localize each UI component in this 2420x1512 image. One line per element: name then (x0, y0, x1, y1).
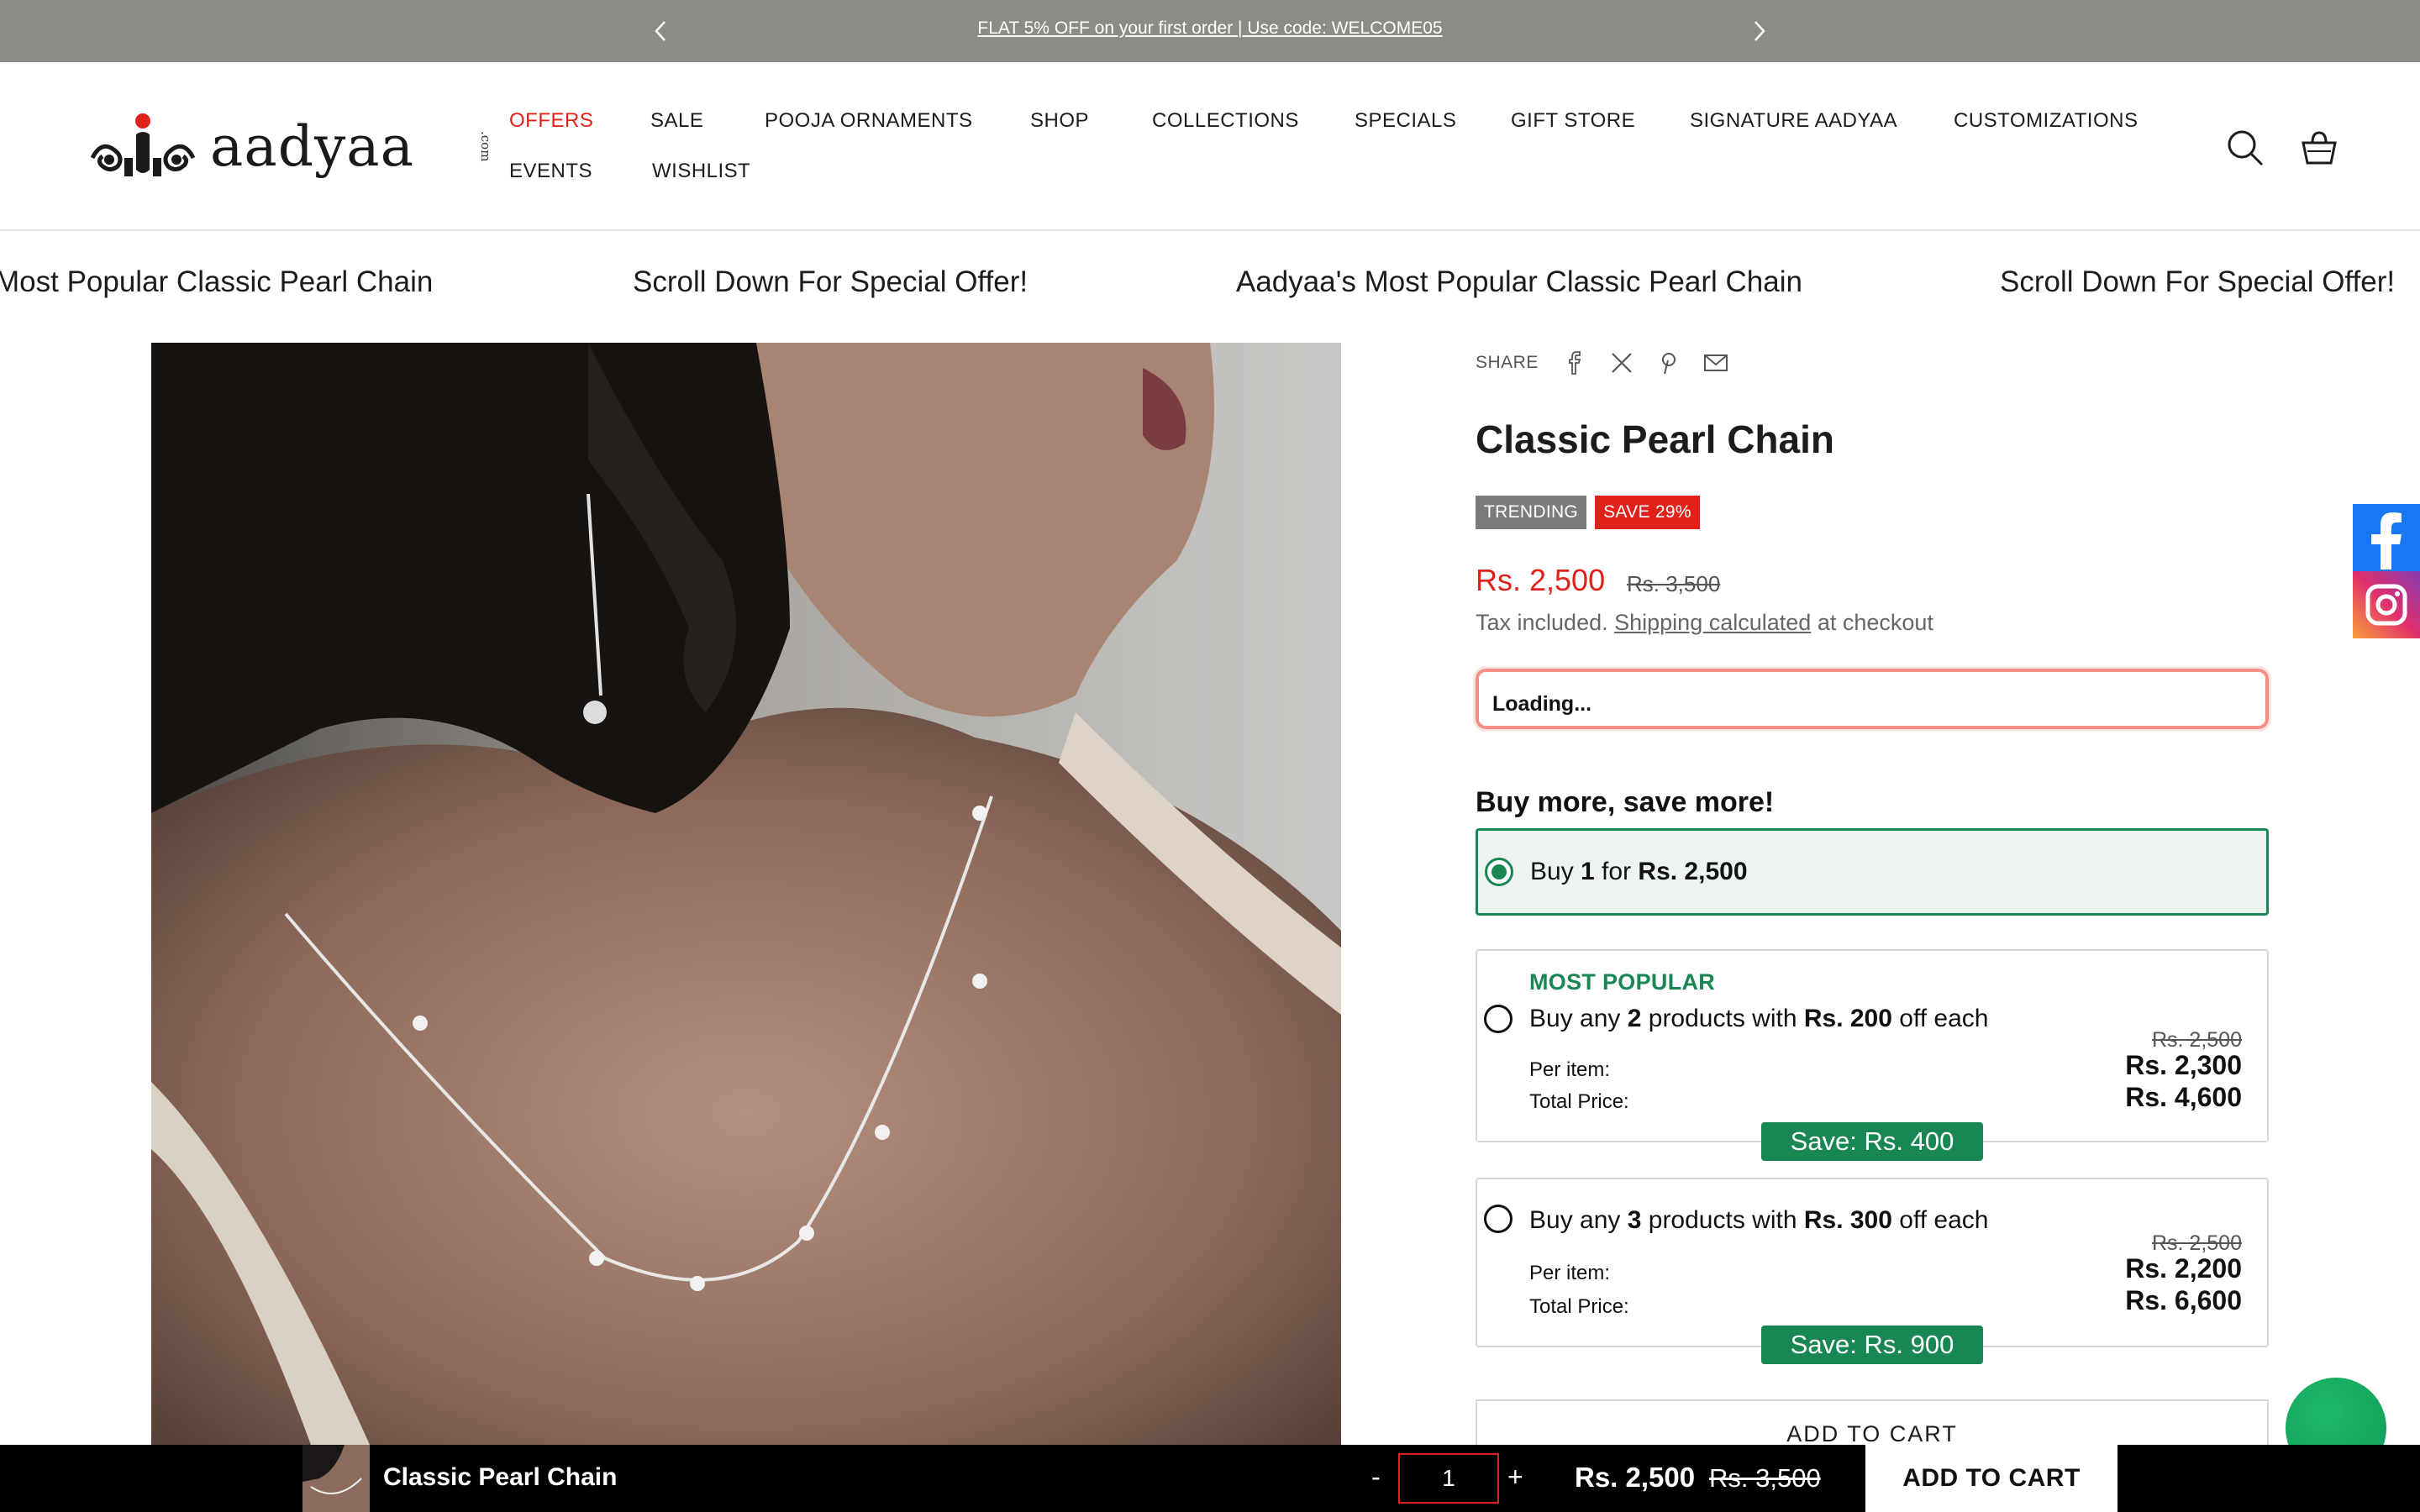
nav-shop[interactable]: SHOP (1030, 109, 1089, 133)
per-item-label: Per item: (1529, 1262, 1611, 1284)
site-logo[interactable]: aadyaa .com (84, 109, 493, 185)
compare-price: Rs. 3,500 (1627, 571, 1721, 596)
product-thumbnail (302, 1445, 370, 1512)
radio-unselected[interactable] (1484, 1205, 1512, 1233)
marquee-item: Scroll Down For Special Offer! (633, 265, 1028, 298)
save-badge: Save: Rs. 900 (1761, 1326, 1983, 1364)
badge-row: TRENDING SAVE 29% (1476, 496, 1708, 529)
logo-emblem-icon (90, 113, 196, 176)
add-to-cart-label: ADD TO CART (1786, 1421, 1958, 1446)
sticky-compare-price: Rs. 3,500 (1709, 1463, 1821, 1493)
bundle-option-1-label: Buy 1 for Rs. 2,500 (1530, 858, 1748, 885)
logo-wordmark: aadyaa (210, 114, 414, 179)
most-popular-tag: MOST POPULAR (1529, 969, 1716, 995)
nav-sale[interactable]: SALE (650, 109, 703, 133)
shipping-link[interactable]: Shipping calculated (1614, 610, 1811, 635)
product-image[interactable] (151, 343, 1341, 1445)
per-item-price: Rs. 2,200 (2125, 1253, 2242, 1284)
radio-selected[interactable] (1485, 858, 1513, 886)
search-icon[interactable] (2225, 128, 2265, 168)
announcement-bar: FLAT 5% OFF on your first order | Use co… (0, 0, 2420, 62)
original-price: Rs. 2,500 (2151, 1028, 2242, 1052)
nav-events[interactable]: EVENTS (509, 160, 592, 183)
tax-text-end: at checkout (1817, 610, 1933, 635)
quantity-input[interactable]: 1 (1398, 1453, 1499, 1504)
badge-trending: TRENDING (1476, 496, 1587, 529)
total-price: Rs. 6,600 (2125, 1285, 2242, 1315)
x-icon[interactable] (1609, 350, 1634, 375)
share-bar: SHARE (1476, 348, 1750, 378)
logo-suffix: .com (478, 131, 493, 162)
nav-customizations[interactable]: CUSTOMIZATIONS (1954, 109, 2138, 133)
announcement-message[interactable]: FLAT 5% OFF on your first order | Use co… (0, 18, 2420, 39)
per-item-price: Rs. 2,300 (2125, 1050, 2242, 1080)
badge-save: SAVE 29% (1595, 496, 1700, 529)
quantity-decrease-button[interactable]: - (1371, 1462, 1381, 1493)
bundle-option-2-label: Buy any 2 products with Rs. 200 off each (1529, 1005, 1989, 1032)
bundle-option-2[interactable]: MOST POPULAR Buy any 2 products with Rs.… (1476, 949, 2269, 1142)
main-nav: OFFERS SALE POOJA ORNAMENTS SHOP COLLECT… (509, 109, 2190, 210)
sale-price: Rs. 2,500 (1476, 563, 1606, 597)
sticky-cart-bar: Classic Pearl Chain - 1 + Rs. 2,500 Rs. … (0, 1445, 2420, 1512)
loading-text: Loading... (1492, 692, 1592, 716)
promo-marquee: Most Popular Classic Pearl Chain Scroll … (0, 260, 2420, 311)
facebook-icon[interactable] (1562, 350, 1587, 375)
chevron-right-icon[interactable] (1746, 18, 1771, 44)
bundle-option-1[interactable]: Buy 1 for Rs. 2,500 (1476, 828, 2269, 916)
quantity-increase-button[interactable]: + (1507, 1462, 1523, 1493)
original-price: Rs. 2,500 (2151, 1231, 2242, 1255)
email-icon[interactable] (1703, 350, 1728, 375)
instagram-icon[interactable] (2353, 571, 2420, 638)
bundle-title: Buy more, save more! (1476, 786, 1775, 818)
marquee-item: Scroll Down For Special Offer! (2000, 265, 2396, 298)
nav-pooja-ornaments[interactable]: POOJA ORNAMENTS (765, 109, 973, 133)
nav-specials[interactable]: SPECIALS (1355, 109, 1456, 133)
share-label: SHARE (1476, 353, 1539, 372)
marquee-item: Most Popular Classic Pearl Chain (0, 265, 434, 298)
nav-offers[interactable]: OFFERS (509, 109, 593, 133)
product-title: Classic Pearl Chain (1476, 417, 1834, 461)
tax-text: Tax included. (1476, 610, 1608, 635)
save-badge: Save: Rs. 400 (1761, 1122, 1983, 1161)
bundle-option-3-label: Buy any 3 products with Rs. 300 off each (1529, 1206, 1989, 1234)
per-item-label: Per item: (1529, 1058, 1611, 1081)
sticky-add-to-cart-button[interactable]: ADD TO CART (1865, 1445, 2118, 1512)
nav-collections[interactable]: COLLECTIONS (1152, 109, 1299, 133)
radio-unselected[interactable] (1484, 1005, 1512, 1033)
site-header: aadyaa .com OFFERS SALE POOJA ORNAMENTS … (0, 62, 2420, 231)
facebook-icon[interactable] (2353, 504, 2420, 571)
marquee-item: Aadyaa's Most Popular Classic Pearl Chai… (1236, 265, 1802, 298)
nav-signature-aadyaa[interactable]: SIGNATURE AADYAA (1690, 109, 1897, 133)
cart-icon[interactable] (2299, 128, 2339, 168)
nav-gift-store[interactable]: GIFT STORE (1511, 109, 1635, 133)
sticky-sale-price: Rs. 2,500 (1575, 1462, 1696, 1493)
sticky-product-name: Classic Pearl Chain (383, 1463, 618, 1491)
nav-wishlist[interactable]: WISHLIST (652, 160, 750, 183)
total-price-label: Total Price: (1529, 1090, 1629, 1113)
tax-note: Tax included. Shipping calculated at che… (1476, 610, 1933, 636)
pinterest-icon[interactable] (1656, 350, 1681, 375)
total-price-label: Total Price: (1529, 1295, 1629, 1318)
total-price: Rs. 4,600 (2125, 1082, 2242, 1112)
bundle-option-3[interactable]: Buy any 3 products with Rs. 300 off each… (1476, 1178, 2269, 1347)
loading-widget: Loading... (1476, 669, 2269, 729)
